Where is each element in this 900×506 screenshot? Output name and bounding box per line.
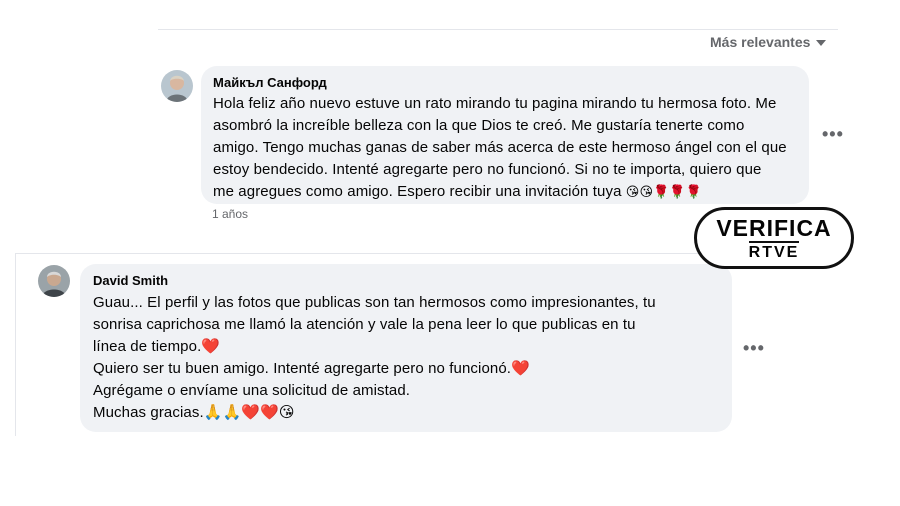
comment-line: me agregues como amigo. Espero recibir u… [213,183,702,200]
comment-line: Muchas gracias.🙏🙏❤️❤️😘 [93,404,295,421]
comment-line: Guau... El perfil y las fotos que public… [93,294,656,311]
avatar[interactable] [161,70,193,102]
comment-line: línea de tiempo.❤️ [93,338,221,355]
comment-text: Hola feliz año nuevo estuve un rato mira… [213,93,787,203]
comment-line: Quiero ser tu buen amigo. Intenté agrega… [93,360,530,377]
caret-down-icon [816,40,827,46]
comment-text: Guau... El perfil y las fotos que public… [93,292,656,424]
comment-author[interactable]: David Smith [93,273,656,289]
comment-line: Hola feliz año nuevo estuve un rato mira… [213,95,777,112]
logo-line-2: RTVE [748,241,800,262]
logo-line-1: VERIFICA [716,215,832,241]
avatar[interactable] [38,265,70,297]
comment-line: amigo. Tengo muchas ganas de saber más a… [213,139,787,156]
more-options-icon[interactable]: ••• [743,338,765,359]
comment-line: Agrégame o envíame una solicitud de amis… [93,382,411,399]
comment-timestamp[interactable]: 1 años [212,207,248,221]
comment-line: estoy bendecido. Intenté agregarte pero … [213,161,762,178]
verifica-rtve-logo: VERIFICA RTVE [694,207,854,269]
comment-line: sonrisa caprichosa me llamó la atención … [93,316,636,333]
more-options-icon[interactable]: ••• [822,124,844,145]
comment-bubble: Майкъл Санфорд Hola feliz año nuevo estu… [201,66,809,204]
sort-dropdown[interactable]: Más relevantes [710,34,827,50]
comment-bubble: David Smith Guau... El perfil y las foto… [80,264,732,432]
emoji-group: 😘😘🌹🌹🌹 [625,184,702,199]
comment-line: asombró la increíble belleza con la que … [213,117,745,134]
comment-author[interactable]: Майкъл Санфорд [213,75,787,91]
sort-label: Más relevantes [710,34,811,50]
